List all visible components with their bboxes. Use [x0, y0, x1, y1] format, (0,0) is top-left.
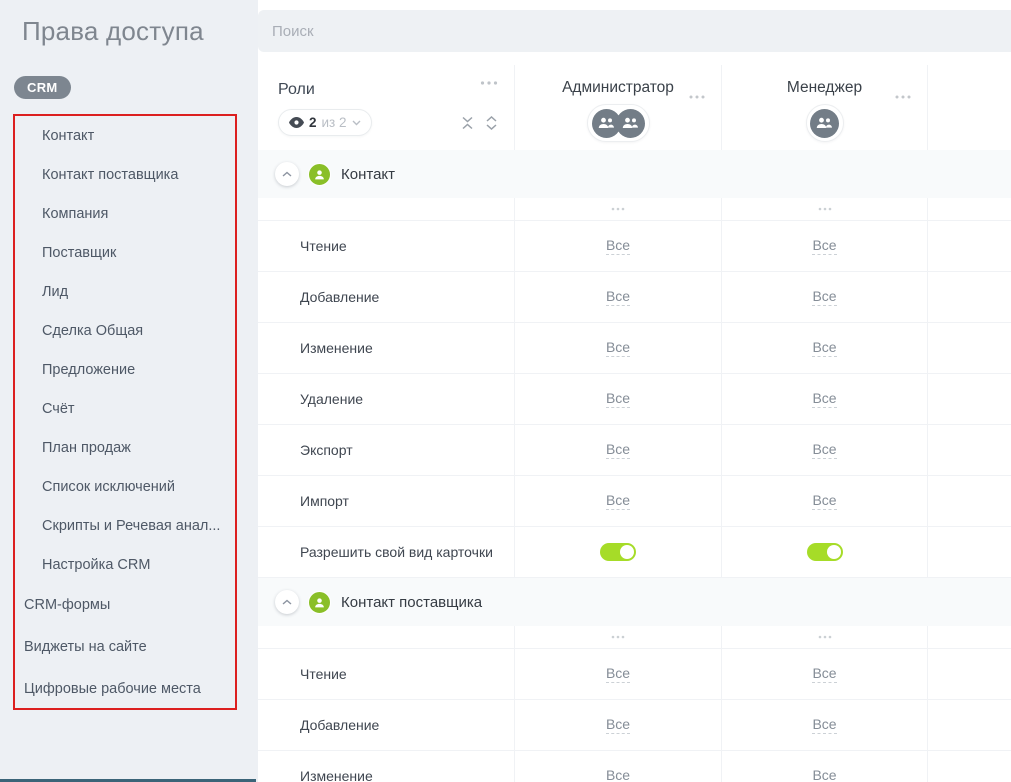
permission-value-link[interactable]: Все: [606, 390, 630, 408]
sidebar-item-crm-3[interactable]: Поставщик: [15, 233, 235, 272]
sidebar-item-crm-8[interactable]: План продаж: [15, 428, 235, 467]
permission-row: Экспорт Все Все: [258, 425, 1011, 476]
chevron-down-icon: [352, 120, 361, 126]
annotation-highlight-box: КонтактКонтакт поставщикаКомпанияПоставщ…: [13, 114, 237, 710]
permission-label: Изменение: [300, 340, 373, 356]
section-menu-row: [258, 198, 1011, 221]
sidebar-item-root-2[interactable]: Цифровые рабочие места: [15, 668, 235, 710]
permission-value-link[interactable]: Все: [606, 339, 630, 357]
section-header-0: Контакт: [258, 150, 1011, 198]
permission-value-link[interactable]: Все: [606, 716, 630, 734]
collapse-all-icon[interactable]: [461, 116, 474, 130]
permission-row: Изменение Все Все: [258, 323, 1011, 374]
permission-label: Добавление: [300, 289, 379, 305]
permission-label: Разрешить свой вид карточки: [300, 544, 493, 560]
permission-value-link[interactable]: Все: [812, 665, 836, 683]
section-title: Контакт: [341, 166, 395, 183]
sidebar-item-root-0[interactable]: CRM-формы: [15, 584, 235, 626]
sidebar-item-crm-9[interactable]: Список исключений: [15, 467, 235, 506]
people-icon: [810, 109, 839, 138]
permission-label: Удаление: [300, 391, 363, 407]
permission-label: Экспорт: [300, 442, 353, 458]
permission-value-link[interactable]: Все: [812, 767, 836, 782]
permission-value-link[interactable]: Все: [812, 390, 836, 408]
permission-row: Добавление Все Все: [258, 272, 1011, 323]
permission-value-link[interactable]: Все: [606, 237, 630, 255]
section-menu-row: [258, 626, 1011, 649]
table-header-row: Роли 2 из 2: [258, 65, 1011, 150]
section-collapse-button[interactable]: [275, 590, 299, 614]
sidebar-item-crm-0[interactable]: Контакт: [15, 116, 235, 155]
manager-column-menu-icon[interactable]: [895, 86, 911, 104]
sidebar-item-crm-2[interactable]: Компания: [15, 194, 235, 233]
permission-row: Импорт Все Все: [258, 476, 1011, 527]
sidebar-item-crm-5[interactable]: Сделка Общая: [15, 311, 235, 350]
admin-permission-menu-icon[interactable]: [515, 198, 722, 220]
manager-permission-menu-icon[interactable]: [722, 198, 928, 220]
permission-toggle-on[interactable]: [807, 543, 843, 561]
role-column-manager: Менеджер: [787, 79, 862, 97]
sidebar-item-crm-10[interactable]: Скрипты и Речевая анал...: [15, 506, 235, 545]
permission-row: Чтение Все Все: [258, 221, 1011, 272]
crm-badge: CRM: [14, 76, 71, 99]
filter-of: из 2: [322, 115, 347, 130]
manager-members-avatar: [806, 104, 844, 142]
entity-person-icon: [308, 163, 331, 186]
chevron-up-icon: [282, 599, 292, 605]
permission-row: Удаление Все Все: [258, 374, 1011, 425]
roles-menu-icon[interactable]: [480, 81, 498, 85]
sidebar-item-crm-1[interactable]: Контакт поставщика: [15, 155, 235, 194]
permission-value-link[interactable]: Все: [606, 767, 630, 782]
sidebar-item-crm-11[interactable]: Настройка CRM: [15, 545, 235, 584]
sidebar-item-root-1[interactable]: Виджеты на сайте: [15, 626, 235, 668]
admin-column-menu-icon[interactable]: [689, 86, 705, 104]
permission-value-link[interactable]: Все: [812, 716, 836, 734]
roles-visibility-filter[interactable]: 2 из 2: [278, 109, 372, 136]
permission-value-link[interactable]: Все: [606, 288, 630, 306]
sidebar-item-crm-4[interactable]: Лид: [15, 272, 235, 311]
role-column-admin: Администратор: [562, 79, 674, 97]
section-title: Контакт поставщика: [341, 594, 482, 611]
admin-members-avatars: [587, 104, 650, 142]
sidebar-item-crm-6[interactable]: Предложение: [15, 350, 235, 389]
section-collapse-button[interactable]: [275, 162, 299, 186]
permission-label: Чтение: [300, 238, 347, 254]
roles-column-title: Роли: [278, 81, 315, 99]
permissions-table: Роли 2 из 2: [258, 65, 1011, 782]
permission-row: Добавление Все Все: [258, 700, 1011, 751]
permission-label: Добавление: [300, 717, 379, 733]
permission-value-link[interactable]: Все: [606, 665, 630, 683]
sidebar: Права доступа CRM КонтактКонтакт поставщ…: [0, 0, 258, 782]
permission-label: Изменение: [300, 768, 373, 782]
permission-row: Чтение Все Все: [258, 649, 1011, 700]
search-input[interactable]: [258, 10, 1011, 52]
permission-value-link[interactable]: Все: [812, 492, 836, 510]
people-icon: [616, 109, 645, 138]
filter-count: 2: [309, 115, 317, 130]
permission-value-link[interactable]: Все: [812, 441, 836, 459]
permission-row: Изменение Все Все: [258, 751, 1011, 782]
permission-value-link[interactable]: Все: [812, 339, 836, 357]
permission-row: Разрешить свой вид карточки: [258, 527, 1011, 578]
permission-label: Импорт: [300, 493, 349, 509]
entity-person-icon: [308, 591, 331, 614]
permission-value-link[interactable]: Все: [812, 288, 836, 306]
admin-permission-menu-icon[interactable]: [515, 626, 722, 648]
sidebar-item-crm-7[interactable]: Счёт: [15, 389, 235, 428]
expand-all-icon[interactable]: [485, 116, 498, 130]
page-title: Права доступа: [22, 16, 204, 47]
eye-icon: [289, 117, 304, 128]
access-rights-page: Права доступа CRM КонтактКонтакт поставщ…: [0, 0, 1011, 782]
permission-value-link[interactable]: Все: [606, 492, 630, 510]
permission-value-link[interactable]: Все: [812, 237, 836, 255]
permission-label: Чтение: [300, 666, 347, 682]
manager-permission-menu-icon[interactable]: [722, 626, 928, 648]
permission-value-link[interactable]: Все: [606, 441, 630, 459]
chevron-up-icon: [282, 171, 292, 177]
section-header-1: Контакт поставщика: [258, 578, 1011, 626]
permission-toggle-on[interactable]: [600, 543, 636, 561]
